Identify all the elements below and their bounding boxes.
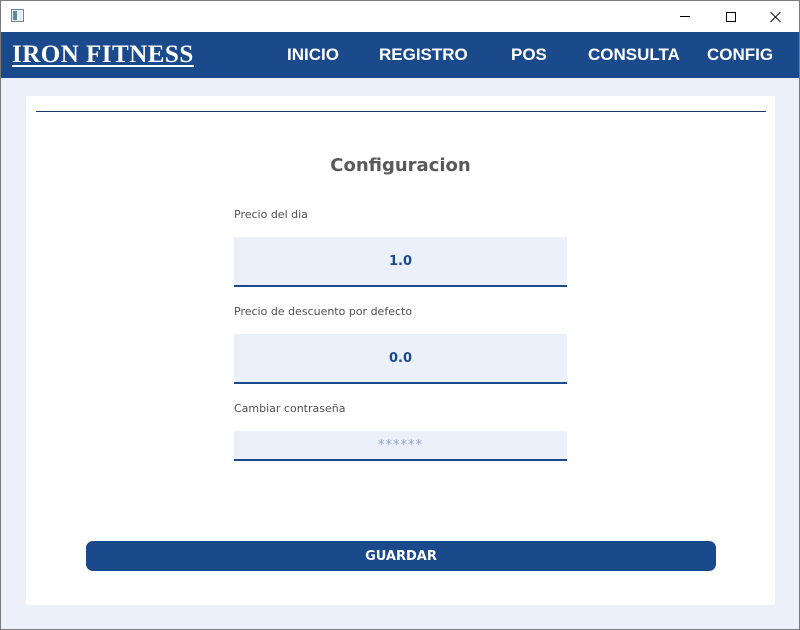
save-button[interactable]: GUARDAR (86, 541, 716, 571)
password-field[interactable]: ****** (234, 431, 567, 461)
precio-descuento-label: Precio de descuento por defecto (234, 305, 413, 318)
minimize-button[interactable] (662, 1, 708, 32)
content-area: Configuracion Precio del dia 1.0 Precio … (1, 78, 799, 629)
precio-descuento-value: 0.0 (388, 350, 413, 366)
password-placeholder: ****** (378, 437, 423, 453)
settings-card: Configuracion Precio del dia 1.0 Precio … (26, 96, 775, 605)
nav-item-pos[interactable]: POS (511, 45, 547, 65)
precio-dia-label: Precio del dia (234, 208, 308, 221)
nav-item-config[interactable]: CONFIG (707, 45, 773, 65)
password-label: Cambiar contraseña (234, 402, 346, 415)
precio-dia-field[interactable]: 1.0 (234, 237, 567, 287)
close-button[interactable] (753, 1, 799, 32)
divider (36, 111, 766, 112)
nav-item-registro[interactable]: REGISTRO (379, 45, 468, 65)
maximize-button[interactable] (708, 1, 754, 32)
close-icon (770, 11, 782, 23)
brand-logo: IRON FITNESS (12, 41, 194, 68)
app-window-icon (11, 9, 24, 22)
precio-descuento-field[interactable]: 0.0 (234, 334, 567, 384)
minimize-icon (680, 16, 690, 17)
title-bar (1, 1, 799, 32)
nav-bar: IRON FITNESS INICIO REGISTRO POS CONSULT… (1, 32, 799, 78)
app-window: IRON FITNESS INICIO REGISTRO POS CONSULT… (0, 0, 800, 630)
maximize-icon (726, 11, 736, 22)
precio-dia-value: 1.0 (388, 253, 413, 269)
save-button-label: GUARDAR (365, 548, 437, 564)
page-title: Configuracion (330, 155, 471, 176)
nav-item-inicio[interactable]: INICIO (287, 45, 339, 65)
nav-item-consulta[interactable]: CONSULTA (588, 45, 680, 65)
